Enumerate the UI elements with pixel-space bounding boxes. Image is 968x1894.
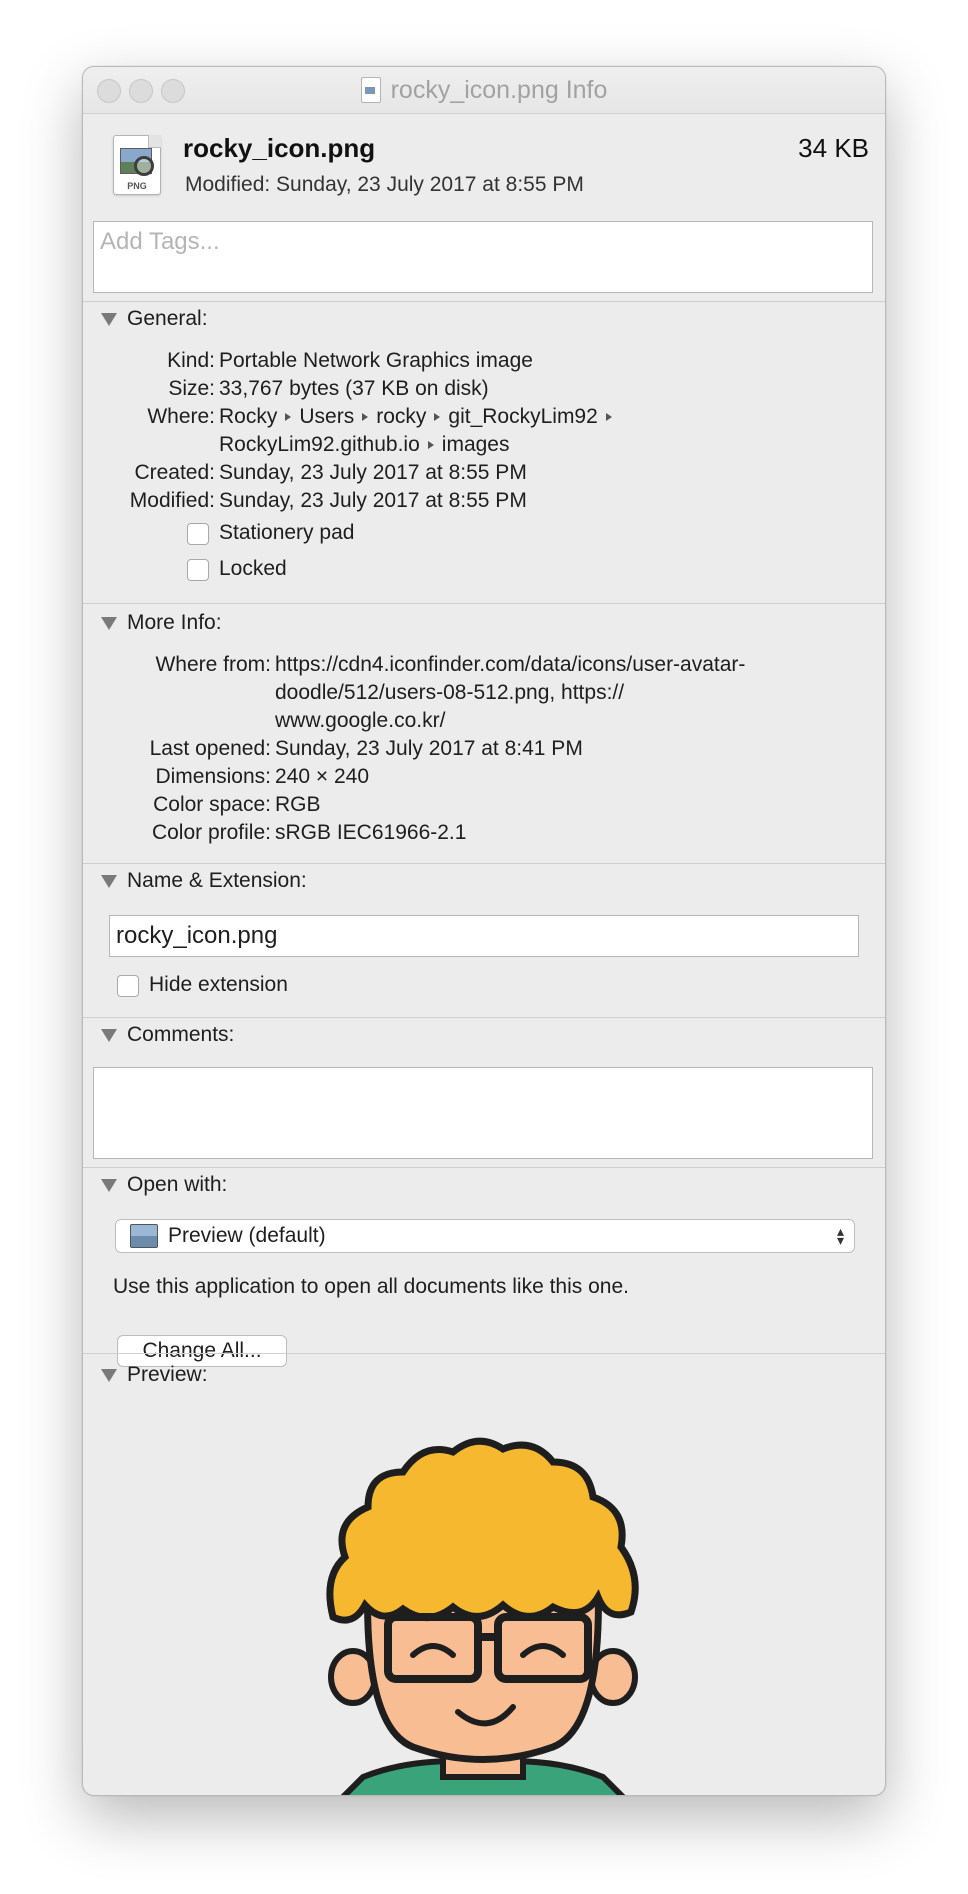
disclosure-triangle-icon[interactable]	[101, 1178, 117, 1192]
stationery-pad-checkbox[interactable]	[187, 523, 209, 545]
divider	[83, 1167, 885, 1168]
section-name-extension-title: Name & Extension:	[127, 869, 307, 892]
where-label: Where:	[147, 405, 215, 428]
disclosure-triangle-icon[interactable]	[101, 312, 117, 326]
last-opened-value: Sunday, 23 July 2017 at 8:41 PM	[275, 737, 583, 760]
title-bar[interactable]: rocky_icon.png Info	[83, 67, 885, 114]
section-comments-title: Comments:	[127, 1023, 235, 1046]
hide-extension-label: Hide extension	[149, 973, 288, 996]
created-label: Created:	[134, 461, 215, 484]
file-modified: Modified: Sunday, 23 July 2017 at 8:55 P…	[185, 173, 584, 196]
window-title: rocky_icon.png Info	[390, 75, 608, 104]
info-window: rocky_icon.png Info PNG rocky_icon.png 3…	[82, 66, 886, 1796]
where-path-line-2: RockyLim92.github.io images	[219, 433, 509, 457]
where-from-line: doodle/512/users-08-512.png, https://	[275, 681, 625, 704]
size-label: Size:	[168, 377, 215, 400]
path-item: images	[441, 433, 510, 456]
color-profile-value: sRGB IEC61966-2.1	[275, 821, 467, 844]
divider	[83, 1017, 885, 1018]
section-preview-header[interactable]: Preview:	[101, 1363, 208, 1387]
modified-label: Modified:	[129, 489, 215, 512]
divider	[83, 603, 885, 604]
divider	[83, 301, 885, 302]
color-space-value: RGB	[275, 793, 321, 816]
document-icon	[360, 77, 381, 103]
section-comments-header[interactable]: Comments:	[101, 1023, 234, 1047]
hair	[326, 1437, 639, 1624]
preview-app-icon	[130, 1224, 158, 1248]
section-more-info-title: More Info:	[127, 611, 222, 634]
divider	[83, 863, 885, 864]
path-item: rocky	[376, 405, 427, 428]
updown-arrows-icon: ▴ ▾	[836, 1223, 844, 1248]
file-size: 34 KB	[798, 133, 869, 163]
section-general-header[interactable]: General:	[101, 307, 208, 331]
kind-value: Portable Network Graphics image	[219, 349, 533, 372]
disclosure-triangle-icon[interactable]	[101, 1028, 117, 1042]
dimensions-label: Dimensions:	[155, 765, 271, 788]
file-name: rocky_icon.png	[183, 133, 376, 163]
file-type-tag: PNG	[127, 181, 147, 191]
open-with-note: Use this application to open all documen…	[113, 1275, 629, 1298]
file-name-input[interactable]: rocky_icon.png	[109, 915, 859, 957]
hide-extension-checkbox[interactable]	[117, 975, 139, 997]
open-with-app: Preview (default)	[168, 1224, 326, 1247]
kind-label: Kind:	[167, 349, 215, 372]
locked-label: Locked	[219, 557, 287, 580]
where-path-line-1: Rocky Users rocky git_RockyLim92	[219, 405, 620, 429]
disclosure-triangle-icon[interactable]	[101, 874, 117, 888]
section-name-extension-header[interactable]: Name & Extension:	[101, 869, 307, 893]
section-preview-title: Preview:	[127, 1363, 208, 1386]
disclosure-triangle-icon[interactable]	[101, 616, 117, 630]
section-open-with-title: Open with:	[127, 1173, 228, 1196]
window-title-group: rocky_icon.png Info	[83, 67, 885, 113]
path-item: git_RockyLim92	[448, 405, 598, 428]
where-from-line: www.google.co.kr/	[275, 709, 446, 732]
file-header: PNG rocky_icon.png 34 KB Modified: Sunda…	[83, 113, 885, 233]
section-more-info-header[interactable]: More Info:	[101, 611, 222, 635]
disclosure-triangle-icon[interactable]	[101, 1368, 117, 1382]
section-open-with-header[interactable]: Open with:	[101, 1173, 227, 1197]
last-opened-label: Last opened:	[149, 737, 271, 760]
avatar-preview-image	[326, 1437, 639, 1795]
where-from-label: Where from:	[155, 653, 271, 676]
created-value: Sunday, 23 July 2017 at 8:55 PM	[219, 461, 527, 484]
locked-checkbox[interactable]	[187, 559, 209, 581]
section-general-title: General:	[127, 307, 208, 330]
png-file-icon: PNG	[113, 135, 161, 195]
tags-field[interactable]: Add Tags...	[93, 221, 873, 293]
stationery-pad-label: Stationery pad	[219, 521, 355, 544]
color-space-label: Color space:	[153, 793, 271, 816]
open-with-popup[interactable]: Preview (default) ▴ ▾	[115, 1219, 855, 1253]
modified-value: Sunday, 23 July 2017 at 8:55 PM	[219, 489, 527, 512]
size-value: 33,767 bytes (37 KB on disk)	[219, 377, 489, 400]
path-item: Rocky	[219, 405, 278, 428]
path-item: RockyLim92.github.io	[219, 433, 420, 456]
color-profile-label: Color profile:	[151, 821, 271, 844]
dimensions-value: 240 × 240	[275, 765, 370, 788]
where-from-line: https://cdn4.iconfinder.com/data/icons/u…	[275, 653, 746, 676]
path-item: Users	[299, 405, 355, 428]
comments-textarea[interactable]	[93, 1067, 873, 1159]
divider	[83, 1353, 885, 1354]
